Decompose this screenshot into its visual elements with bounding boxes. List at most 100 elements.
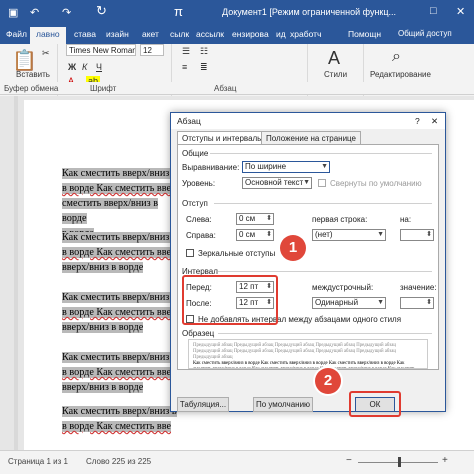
alignment-select[interactable]: По ширине ▼: [242, 161, 330, 173]
chevron-down-icon: ▼: [303, 179, 310, 186]
tab-indents-spacing[interactable]: Отступы и интервалы: [177, 131, 268, 144]
collapsed-checkbox[interactable]: [318, 179, 326, 187]
tab-developer[interactable]: хработч: [290, 29, 321, 39]
document-paragraph[interactable]: Как сместить вверх/вниз в в ворде Как см…: [62, 350, 182, 395]
spinner-icon: ⬍: [266, 215, 272, 222]
paste-button-label[interactable]: Вставить: [16, 70, 50, 79]
undo-icon[interactable]: ↶: [30, 6, 39, 19]
document-paragraph[interactable]: Как сместить вверх/вниз в в ворде Как см…: [62, 290, 182, 335]
help-icon[interactable]: ?: [415, 116, 420, 126]
save-icon[interactable]: ▣: [8, 6, 18, 19]
preview-current-text: Как сместить вверх/вниз в ворде Как смес…: [193, 361, 415, 368]
document-paragraph[interactable]: Как сместить вверх/вниз в в ворде Как см…: [62, 404, 182, 434]
divider: [210, 153, 432, 154]
alignment-value: По ширине: [245, 162, 287, 171]
zoom-slider-thumb[interactable]: [398, 457, 401, 467]
dialog-body: Общие Выравнивание: По ширине ▼ Уровень: …: [177, 144, 439, 370]
vertical-ruler: [14, 96, 18, 450]
dialog-title: Абзац: [177, 116, 201, 126]
justify-icon[interactable]: ≣: [200, 62, 208, 73]
left-indent-field[interactable]: 0 см ⬍: [236, 213, 274, 225]
paragraph-preview: Предыдущий абзац Предыдущий абзац Предыд…: [188, 339, 428, 369]
zoom-in-button[interactable]: +: [442, 455, 448, 466]
text-line: вверх/вниз в ворде: [62, 322, 144, 333]
chevron-down-icon: ▼: [321, 163, 328, 170]
font-name-combo[interactable]: Times New Roman: [66, 44, 136, 56]
paragraph-dialog: Абзац ? ✕ Отступы и интервалы Положение …: [170, 112, 446, 417]
styles-label[interactable]: Стили: [324, 70, 347, 79]
styles-icon[interactable]: A: [328, 48, 340, 69]
level-value: Основной текст: [245, 178, 304, 187]
left-indent-value: 0 см: [239, 214, 256, 223]
tab-mailings[interactable]: ассылк: [196, 29, 224, 39]
first-line-value: (нет): [315, 230, 333, 239]
right-indent-field[interactable]: 0 см ⬍: [236, 229, 274, 241]
font-size-combo[interactable]: 12: [140, 44, 164, 56]
restore-icon[interactable]: □: [430, 5, 437, 17]
section-preview: Образец: [182, 329, 215, 338]
tab-view[interactable]: ид: [276, 29, 286, 39]
section-indentation: Отступ: [182, 199, 208, 208]
text-line: Как сместить вверх/вниз в: [62, 232, 177, 243]
divider: [218, 271, 432, 272]
step-badge-2: 2: [315, 368, 341, 394]
line-spacing-value: Одинарный: [315, 298, 359, 307]
repeat-icon[interactable]: ↻: [96, 3, 107, 19]
align-icon[interactable]: ≡: [182, 62, 187, 72]
cut-icon[interactable]: ✂: [42, 48, 50, 59]
close-window-icon[interactable]: ✕: [456, 5, 465, 18]
divider: [218, 333, 432, 334]
preview-previous-text: Предыдущий абзац Предыдущий абзац Предыд…: [193, 343, 396, 360]
pi-icon[interactable]: π: [174, 4, 183, 19]
set-default-button[interactable]: По умолчанию: [253, 397, 313, 412]
mirror-indents-checkbox[interactable]: [186, 249, 194, 257]
spinner-icon: ⬍: [266, 231, 272, 238]
bold-button[interactable]: Ж: [68, 62, 76, 72]
word-counter[interactable]: Слово 225 из 225: [86, 457, 151, 466]
close-icon[interactable]: ✕: [431, 116, 438, 127]
tab-home[interactable]: лавно: [30, 27, 66, 44]
font-group-label: Шрифт: [90, 84, 117, 93]
underline-button[interactable]: Ч: [96, 62, 102, 72]
text-line: в ворде Как сместить вве: [62, 307, 171, 318]
paragraph-group-label: Абзац: [214, 84, 237, 93]
tab-line-page-breaks[interactable]: Положение на странице: [261, 131, 361, 144]
status-bar: Страница 1 из 1 Слово 225 из 225 − +: [0, 450, 474, 474]
search-icon[interactable]: ⌕: [392, 48, 401, 66]
document-paragraph[interactable]: Как сместить вверх/вниз в в ворде Как см…: [62, 230, 182, 275]
mirror-indents-label: Зеркальные отступы: [198, 249, 276, 258]
editing-label[interactable]: Редактирование: [370, 70, 431, 79]
redo-icon[interactable]: ↷: [62, 6, 71, 19]
share-button[interactable]: Общий доступ: [398, 29, 452, 38]
spinner-icon: ⬍: [426, 299, 432, 306]
indent-by-field[interactable]: ⬍: [400, 229, 434, 241]
page-counter[interactable]: Страница 1 из 1: [8, 457, 68, 466]
bullets-icon[interactable]: ☰: [182, 46, 190, 57]
tab-design[interactable]: изайн: [106, 29, 129, 39]
tabs-button[interactable]: Табуляция...: [177, 397, 229, 412]
first-line-select[interactable]: (нет) ▼: [312, 229, 386, 241]
text-line: Как сместить вверх/вниз в: [62, 168, 177, 179]
highlight-box-ok: [349, 391, 401, 417]
tab-file[interactable]: Файл: [6, 29, 27, 39]
line-spacing-select[interactable]: Одинарный ▼: [312, 297, 386, 309]
level-select[interactable]: Основной текст ▼: [242, 177, 312, 189]
tab-references[interactable]: сылк: [170, 29, 189, 39]
tab-layout[interactable]: акет: [142, 29, 159, 39]
numbering-icon[interactable]: ☷: [200, 46, 208, 57]
italic-button[interactable]: К: [82, 62, 87, 72]
text-line: в ворде Как сместить вве: [62, 421, 171, 432]
tab-insert[interactable]: става: [74, 29, 96, 39]
step-badge-1: 1: [280, 235, 306, 261]
zoom-out-button[interactable]: −: [346, 455, 352, 466]
spacing-value-field[interactable]: ⬍: [400, 297, 434, 309]
ribbon-group-labels: Буфер обмена Шрифт Абзац: [0, 82, 474, 95]
text-line: в ворде Как сместить вве: [62, 183, 171, 194]
text-line: в ворде Как сместить вве: [62, 367, 171, 378]
tab-review[interactable]: ензирова: [232, 29, 269, 39]
tab-help[interactable]: Помощн: [348, 29, 381, 39]
line-spacing-label: междустрочный:: [312, 283, 374, 292]
text-line: Как сместить вверх/вниз в: [62, 406, 177, 417]
spinner-icon: ⬍: [426, 231, 432, 238]
indent-by-label: на:: [400, 215, 412, 224]
